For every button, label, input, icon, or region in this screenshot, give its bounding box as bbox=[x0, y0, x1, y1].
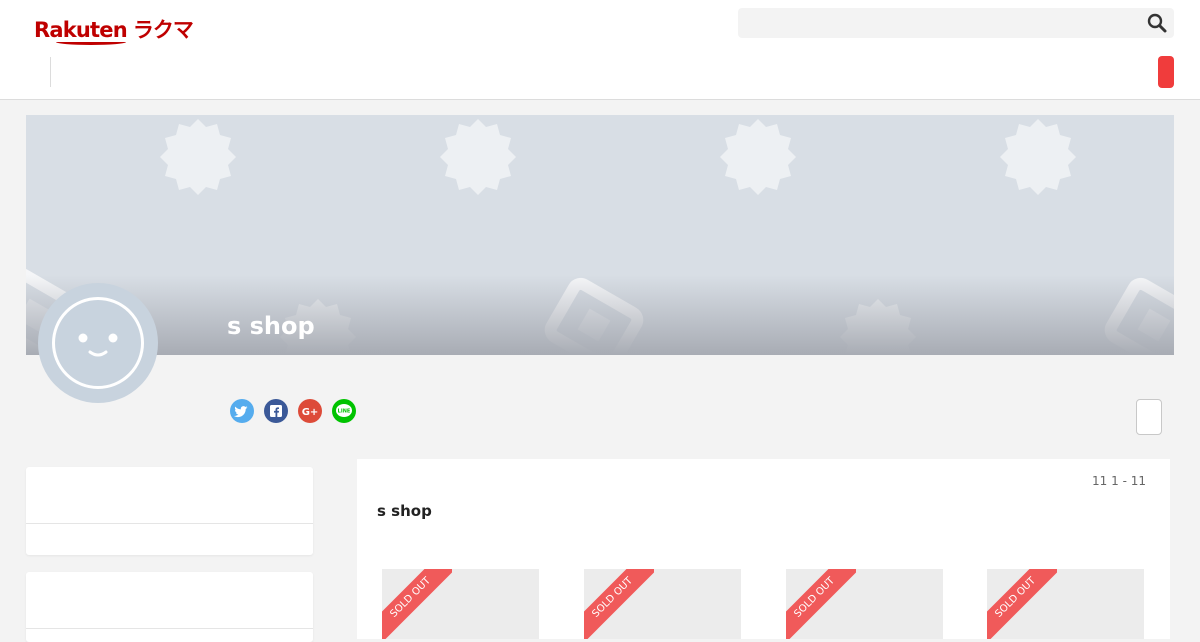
nav-divider bbox=[50, 57, 51, 87]
sold-out-badge: SOLD OUT bbox=[987, 569, 1057, 639]
result-count: 11 1 - 11 bbox=[1092, 474, 1146, 488]
logo-swoosh bbox=[56, 39, 126, 45]
search-input[interactable] bbox=[738, 8, 1174, 38]
top-header: Rakuten ラクマ bbox=[0, 0, 1200, 100]
svg-text:LINE: LINE bbox=[338, 409, 351, 415]
product-card[interactable]: SOLD OUT bbox=[584, 569, 741, 639]
shop-name: s shop bbox=[227, 312, 315, 340]
avatar bbox=[38, 283, 158, 403]
line-icon[interactable]: LINE bbox=[332, 399, 356, 423]
sidebar-divider bbox=[26, 628, 313, 629]
facebook-icon[interactable] bbox=[264, 399, 288, 423]
product-card[interactable]: SOLD OUT bbox=[382, 569, 539, 639]
google-plus-icon[interactable]: G+ bbox=[298, 399, 322, 423]
logo-kana-text: ラクマ bbox=[132, 18, 194, 42]
rakuma-logo[interactable]: Rakuten ラクマ bbox=[34, 14, 194, 45]
cover-image bbox=[26, 115, 1174, 355]
svg-text:G+: G+ bbox=[302, 407, 319, 418]
twitter-icon[interactable] bbox=[230, 399, 254, 423]
sidebar-divider bbox=[26, 523, 313, 524]
sidebar-card bbox=[26, 467, 313, 555]
sidebar-card bbox=[26, 572, 313, 642]
product-card[interactable]: SOLD OUT bbox=[987, 569, 1144, 639]
sold-out-badge: SOLD OUT bbox=[382, 569, 452, 639]
sold-out-badge: SOLD OUT bbox=[584, 569, 654, 639]
search-icon[interactable] bbox=[1146, 12, 1168, 34]
panel-title: s shop bbox=[377, 502, 432, 520]
item-list-panel: 11 1 - 11 s shop SOLD OUT SOLD OUT SOLD … bbox=[357, 459, 1170, 639]
sell-button[interactable] bbox=[1158, 56, 1174, 88]
cover-gradient bbox=[26, 275, 1174, 355]
more-options-button[interactable] bbox=[1136, 399, 1162, 435]
sold-out-badge: SOLD OUT bbox=[786, 569, 856, 639]
product-card[interactable]: SOLD OUT bbox=[786, 569, 943, 639]
smiley-face-icon bbox=[52, 297, 144, 389]
